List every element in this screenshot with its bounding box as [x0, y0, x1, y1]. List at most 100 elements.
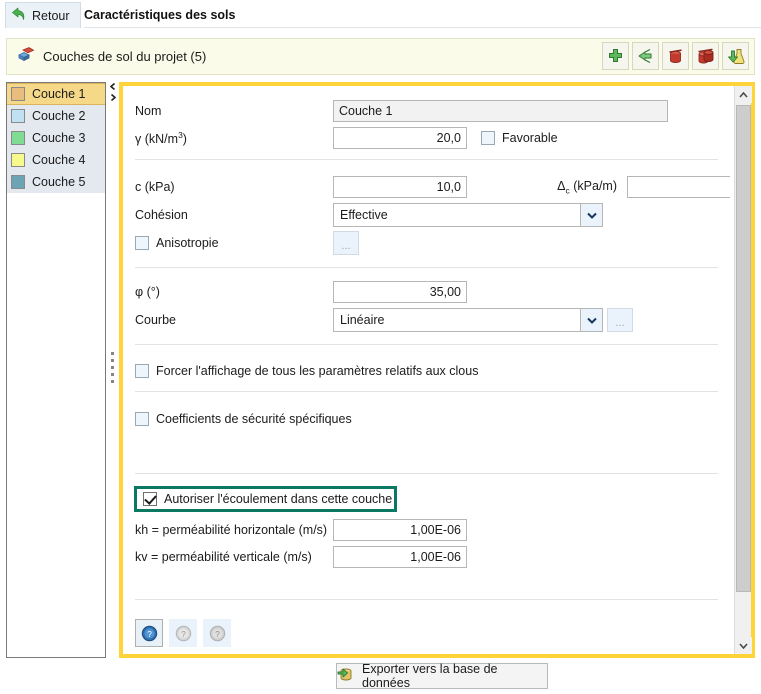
- delta-c-input[interactable]: 0,0: [627, 176, 730, 198]
- divider-5: [135, 473, 718, 474]
- field-row-coefficients: Coefficients de sécurité spécifiques: [135, 412, 352, 426]
- anisotropie-checkbox[interactable]: [135, 236, 149, 250]
- divider-1: [135, 159, 718, 160]
- courbe-label: Courbe: [135, 313, 176, 327]
- layer-list-item-label: Couche 5: [32, 175, 86, 189]
- layer-list-item-4[interactable]: Couche 4: [7, 149, 105, 171]
- cohesion-type-select[interactable]: Effective: [333, 203, 603, 227]
- kh-input[interactable]: 1,00E-06: [333, 519, 467, 541]
- tab-underline: [84, 27, 761, 28]
- autoriser-ecoulement-highlight[interactable]: Autoriser l'écoulement dans cette couche: [134, 486, 397, 512]
- soil-layers-icon: [17, 47, 35, 66]
- chevron-down-icon[interactable]: [580, 204, 602, 226]
- help-button-tertiary[interactable]: ?: [203, 619, 231, 647]
- delete-layer-button[interactable]: [662, 42, 689, 70]
- layer-list-item-label: Couche 2: [32, 109, 86, 123]
- nom-input[interactable]: Couche 1: [333, 100, 668, 122]
- split-layer-button[interactable]: [632, 42, 659, 70]
- gamma-input[interactable]: 20,0: [333, 127, 467, 149]
- soil-layers-group-label: Couches de sol du projet (5): [43, 49, 207, 64]
- autoriser-ecoulement-checkbox[interactable]: [143, 492, 157, 506]
- layer-list-item-5[interactable]: Couche 5: [7, 171, 105, 193]
- field-row-anisotropie: Anisotropie ...: [135, 231, 359, 255]
- layer-color-swatch: [11, 87, 25, 101]
- layer-properties-panel: Nom Couche 1 γ (kN/m3) 20,0 Favorable c …: [119, 82, 755, 658]
- phi-label: φ (°): [135, 285, 160, 299]
- help-button-primary[interactable]: ?: [135, 619, 163, 647]
- divider-3: [135, 344, 718, 345]
- gamma-label: γ (kN/m3): [135, 130, 333, 146]
- gamma-label-end: ): [182, 132, 187, 147]
- courbe-select[interactable]: Linéaire: [333, 308, 603, 332]
- anisotropie-options-button[interactable]: ...: [333, 231, 359, 255]
- help-button-bar: ? ? ?: [135, 619, 231, 647]
- layer-properties-form: Nom Couche 1 γ (kN/m3) 20,0 Favorable c …: [123, 86, 730, 654]
- cohesion-c-label: c (kPa): [135, 180, 175, 194]
- layer-color-swatch: [11, 109, 25, 123]
- field-row-cohesion-type: Cohésion Effective: [135, 203, 603, 227]
- top-tab-strip: Retour Caractéristiques des sols: [0, 0, 761, 30]
- back-arrow-icon: [11, 7, 27, 24]
- delta-c-label-main: Δ: [557, 178, 566, 193]
- kh-label: kh = perméabilité horizontale (m/s): [135, 523, 328, 537]
- scroll-down-button[interactable]: [735, 637, 752, 654]
- import-from-database-button[interactable]: [722, 42, 749, 70]
- field-row-phi: φ (°) 35,00: [135, 281, 467, 303]
- field-row-kv: kv = perméabilité verticale (m/s) 1,00E-…: [135, 546, 467, 568]
- layer-toolbar: [602, 42, 749, 70]
- courbe-options-button[interactable]: ...: [607, 308, 633, 332]
- delta-c-label-unit: (kPa/m): [569, 178, 617, 193]
- delta-c-label: Δc (kPa/m): [467, 179, 627, 196]
- collapse-chevrons-icon[interactable]: [108, 83, 118, 101]
- layer-list-items: Couche 1 Couche 2 Couche 3 Couche 4 Couc…: [7, 83, 105, 193]
- courbe-value: Linéaire: [340, 313, 385, 327]
- favorable-label: Favorable: [502, 131, 558, 145]
- drag-grip-dots-icon[interactable]: [111, 352, 114, 383]
- field-row-courbe: Courbe Linéaire ...: [135, 308, 633, 332]
- layer-list-item-label: Couche 1: [32, 87, 86, 101]
- help-button-secondary[interactable]: ?: [169, 619, 197, 647]
- layer-list-item-label: Couche 3: [32, 131, 86, 145]
- coefficients-securite-checkbox[interactable]: [135, 412, 149, 426]
- forcer-affichage-checkbox[interactable]: [135, 364, 149, 378]
- export-to-database-button[interactable]: Exporter vers la base de données: [336, 662, 548, 690]
- field-row-kh: kh = perméabilité horizontale (m/s) 1,00…: [135, 519, 467, 541]
- svg-text:?: ?: [181, 629, 186, 639]
- chevron-down-icon[interactable]: [580, 309, 602, 331]
- export-to-database-label: Exporter vers la base de données: [362, 662, 498, 690]
- scroll-up-button[interactable]: [735, 86, 752, 103]
- favorable-checkbox[interactable]: [481, 131, 495, 145]
- back-tab-button[interactable]: Retour: [5, 2, 81, 28]
- layer-color-swatch: [11, 175, 25, 189]
- autoriser-ecoulement-label: Autoriser l'écoulement dans cette couche: [164, 492, 393, 506]
- cohesion-c-input[interactable]: 10,0: [333, 176, 467, 198]
- add-layer-button[interactable]: [602, 42, 629, 70]
- divider-6: [135, 599, 718, 600]
- page-title: Caractéristiques des sols: [84, 8, 236, 22]
- cohesion-type-value: Effective: [340, 208, 388, 222]
- svg-text:?: ?: [147, 629, 152, 639]
- kv-input[interactable]: 1,00E-06: [333, 546, 467, 568]
- field-row-forcer-affichage: Forcer l'affichage de tous les paramètre…: [135, 364, 478, 378]
- phi-input[interactable]: 35,00: [333, 281, 467, 303]
- nom-label: Nom: [135, 104, 162, 118]
- kv-label: kv = perméabilité verticale (m/s): [135, 550, 312, 564]
- back-tab-label: Retour: [32, 8, 70, 23]
- layer-list-item-2[interactable]: Couche 2: [7, 105, 105, 127]
- database-export-icon: [337, 667, 355, 686]
- soil-layers-group-header: Couches de sol du projet (5): [6, 38, 755, 75]
- layer-list-item-1[interactable]: Couche 1: [7, 83, 105, 105]
- cohesion-type-label: Cohésion: [135, 208, 188, 222]
- field-row-gamma: γ (kN/m3) 20,0 Favorable: [135, 127, 558, 149]
- layer-list-item-label: Couche 4: [32, 153, 86, 167]
- layer-list-item-3[interactable]: Couche 3: [7, 127, 105, 149]
- scrollbar-thumb[interactable]: [736, 105, 751, 592]
- field-row-c: c (kPa) 10,0 Δc (kPa/m) 0,0: [135, 176, 730, 198]
- gamma-label-main: γ (kN/m: [135, 132, 179, 147]
- layer-color-swatch: [11, 153, 25, 167]
- layer-list[interactable]: Couche 1 Couche 2 Couche 3 Couche 4 Couc…: [6, 82, 106, 658]
- form-vertical-scrollbar[interactable]: [734, 86, 752, 654]
- forcer-affichage-label: Forcer l'affichage de tous les paramètre…: [156, 364, 479, 378]
- delete-all-layers-button[interactable]: [692, 42, 719, 70]
- coefficients-securite-label: Coefficients de sécurité spécifiques: [156, 412, 352, 426]
